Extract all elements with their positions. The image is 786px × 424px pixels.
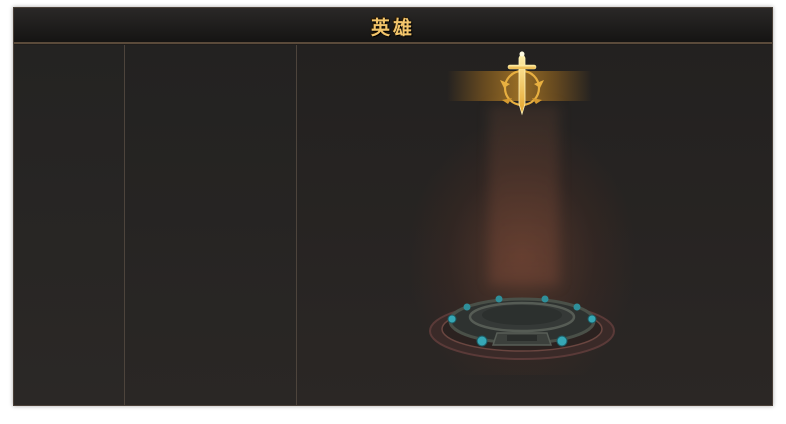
title-bar: 英雄 <box>14 8 772 44</box>
left-column <box>14 45 125 405</box>
pedestal-icon <box>429 295 615 360</box>
sword-emblem-icon <box>500 51 544 116</box>
hero-panel: 英雄 <box>13 7 773 406</box>
panel-title: 英雄 <box>370 17 415 39</box>
light-beam <box>489 105 559 285</box>
middle-column <box>125 45 297 405</box>
panel-body <box>14 45 772 405</box>
hero-display-area <box>297 45 772 405</box>
